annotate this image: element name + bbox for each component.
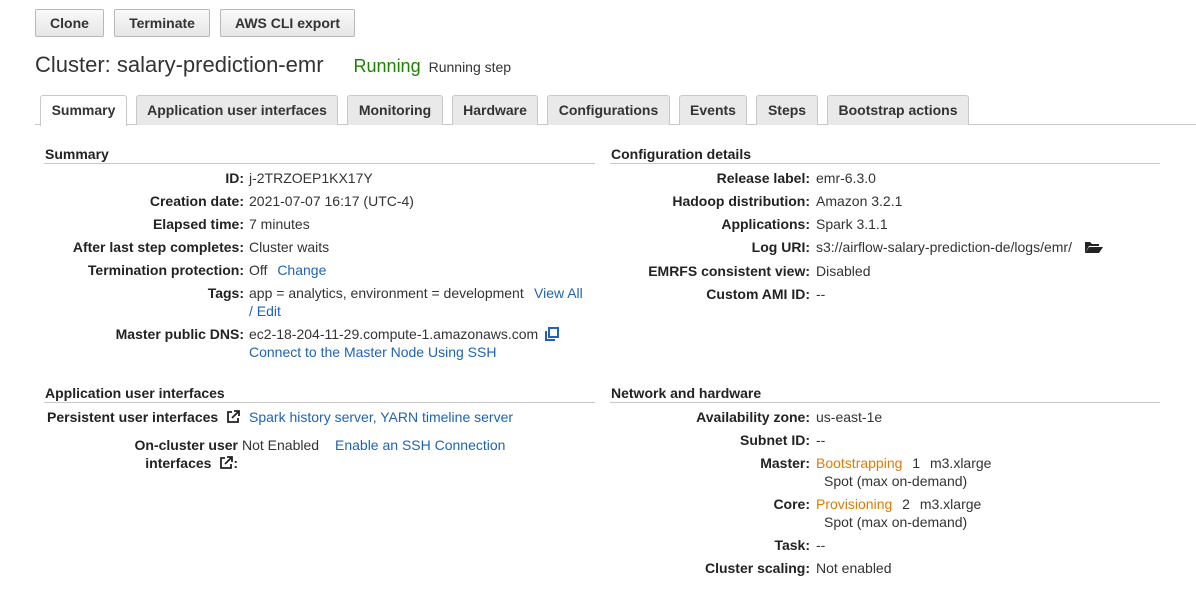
master-dns-value: ec2-18-204-11-29.compute-1.amazonaws.com [249, 326, 539, 342]
terminate-button[interactable]: Terminate [114, 9, 210, 37]
emrfs-value: Disabled [816, 263, 871, 279]
termination-protection-value: Off [249, 262, 268, 278]
master-dns-label: Master public DNS: [115, 326, 244, 342]
connect-ssh-link[interactable]: Connect to the Master Node Using SSH [249, 344, 496, 360]
folder-open-icon[interactable] [1084, 240, 1103, 257]
termination-protection-label: Termination protection: [87, 262, 244, 278]
hadoop-distribution-value: Amazon 3.2.1 [816, 193, 903, 209]
config-rule [610, 163, 1160, 164]
tab-configurations[interactable]: Configurations [547, 95, 670, 125]
creation-date-label: Creation date: [149, 193, 244, 209]
master-instance-type: m3.xlarge [929, 455, 992, 471]
after-last-step-label: After last step completes: [72, 239, 244, 255]
tab-summary[interactable]: Summary [40, 95, 127, 126]
enable-ssh-link[interactable]: Enable an SSH Connection [335, 437, 505, 453]
external-link-icon [226, 410, 240, 427]
custom-ami-value: -- [816, 286, 826, 302]
after-last-step-value: Cluster waits [249, 239, 330, 255]
cluster-status: Running [353, 56, 421, 76]
core-market: Spot (max on-demand) [824, 514, 968, 530]
termination-protection-row: Off Change [249, 262, 326, 278]
master-label: Master: [760, 455, 810, 471]
network-rule [610, 402, 1160, 403]
elapsed-time-label: Elapsed time: [152, 216, 244, 232]
emrfs-label: EMRFS consistent view: [648, 263, 810, 279]
release-label-value: emr-6.3.0 [816, 170, 876, 186]
release-label-label: Release label: [716, 170, 810, 186]
log-uri-value: s3://airflow-salary-prediction-de/logs/e… [816, 239, 1072, 255]
tags-value: app = analytics, environment = developme… [249, 285, 524, 301]
elapsed-time-value: 7 minutes [249, 216, 310, 232]
log-uri-label: Log URI: [751, 239, 810, 255]
master-count: 1 [912, 455, 921, 471]
persistent-ui-link[interactable]: Spark history server, YARN timeline serv… [249, 409, 513, 425]
hadoop-distribution-label: Hadoop distribution: [672, 193, 810, 209]
id-value: j-2TRZOEP1KX17Y [249, 170, 373, 186]
on-cluster-label-1: On-cluster user [134, 437, 238, 453]
copy-icon[interactable] [545, 327, 560, 344]
id-label: ID: [225, 170, 244, 186]
subnet-id-label: Subnet ID: [740, 432, 810, 448]
network-section-title: Network and hardware [611, 385, 762, 401]
summary-rule [44, 163, 595, 164]
applications-label: Applications: [721, 216, 810, 232]
cluster-scaling-label: Cluster scaling: [704, 560, 810, 576]
config-section-title: Configuration details [611, 146, 751, 162]
tab-application-user-interfaces[interactable]: Application user interfaces [136, 95, 338, 125]
edit-tags-link[interactable]: / Edit [249, 303, 281, 319]
change-termination-link[interactable]: Change [277, 262, 326, 278]
subnet-id-value: -- [816, 432, 826, 448]
app-ui-rule [44, 402, 595, 403]
custom-ami-label: Custom AMI ID: [706, 286, 810, 302]
tab-steps[interactable]: Steps [756, 95, 818, 125]
tags-label: Tags: [207, 285, 244, 301]
master-dns-row: ec2-18-204-11-29.compute-1.amazonaws.com [249, 326, 560, 344]
master-row: Bootstrapping 1 m3.xlarge [816, 455, 991, 471]
persistent-ui-label-row: Persistent user interfaces [47, 409, 240, 427]
availability-zone-value: us-east-1e [816, 409, 883, 425]
on-cluster-label-2-row: interfaces : [145, 455, 238, 473]
task-label: Task: [774, 537, 810, 553]
creation-date-value: 2021-07-07 16:17 (UTC-4) [249, 193, 414, 209]
external-link-icon [219, 456, 234, 473]
log-uri-row: s3://airflow-salary-prediction-de/logs/e… [816, 239, 1103, 257]
cluster-scaling-value: Not enabled [816, 560, 892, 576]
tab-bootstrap-actions[interactable]: Bootstrap actions [827, 95, 969, 125]
app-ui-section-title: Application user interfaces [45, 385, 225, 401]
availability-zone-label: Availability zone: [696, 409, 810, 425]
summary-section-title: Summary [45, 146, 109, 162]
tab-hardware[interactable]: Hardware [452, 95, 538, 125]
core-instance-type: m3.xlarge [919, 496, 982, 512]
persistent-ui-label: Persistent user interfaces [47, 409, 219, 425]
core-count: 2 [902, 496, 910, 512]
core-status-link[interactable]: Provisioning [816, 496, 892, 512]
on-cluster-label-2: interfaces [145, 455, 212, 471]
tab-monitoring[interactable]: Monitoring [347, 95, 443, 125]
task-value: -- [816, 537, 826, 553]
aws-cli-export-button[interactable]: AWS CLI export [220, 9, 355, 37]
cluster-status-detail: Running step [428, 59, 512, 75]
tab-events[interactable]: Events [679, 95, 747, 125]
core-row: Provisioning 2 m3.xlarge [816, 496, 981, 512]
page-title: Cluster: salary-prediction-emr [35, 52, 324, 77]
core-label: Core: [773, 496, 810, 512]
on-cluster-value: Not Enabled [242, 437, 320, 453]
applications-value: Spark 3.1.1 [816, 216, 888, 232]
master-market: Spot (max on-demand) [824, 473, 968, 489]
view-all-tags-link[interactable]: View All [534, 285, 583, 301]
master-status-link[interactable]: Bootstrapping [816, 455, 902, 471]
title-row: Cluster: salary-prediction-emr Running R… [35, 52, 511, 78]
clone-button[interactable]: Clone [35, 9, 104, 37]
